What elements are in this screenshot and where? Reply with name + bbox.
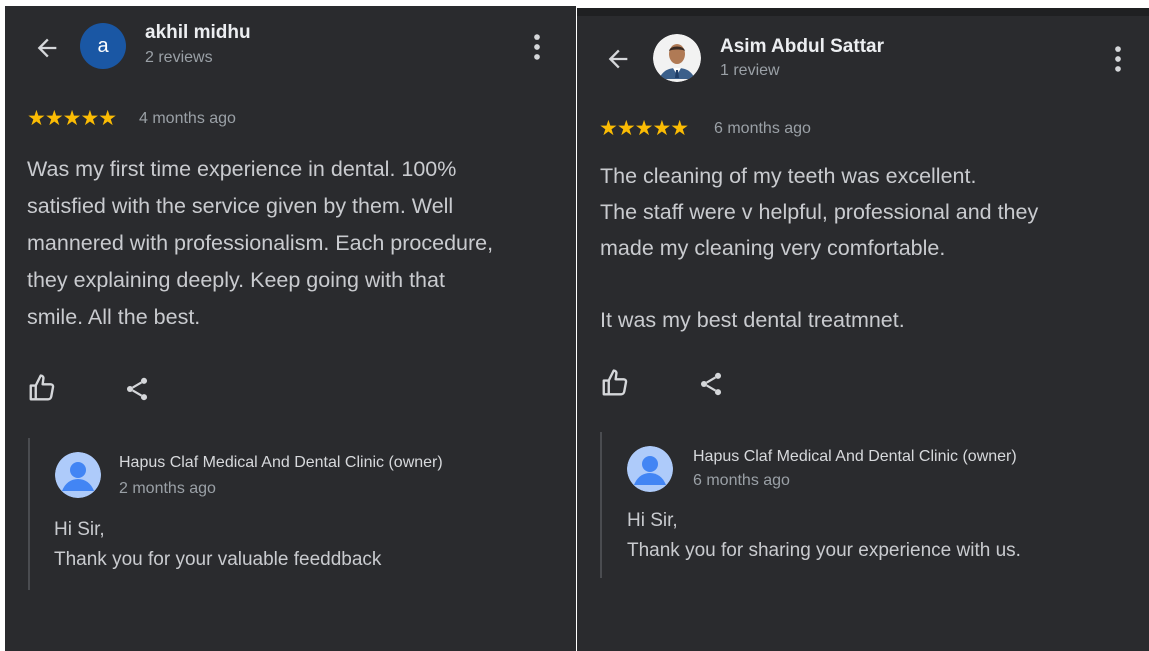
avatar[interactable]	[653, 34, 701, 82]
owner-name[interactable]: Hapus Claf Medical And Dental Clinic (ow…	[119, 454, 443, 472]
reply-text-line: Thank you for your valuable feeddback	[54, 549, 382, 570]
reply-text-line: Hi Sir,	[54, 519, 105, 540]
owner-reply-text: Hi Sir, Thank you for your valuable feed…	[54, 515, 381, 575]
owner-reply-date: 6 months ago	[693, 472, 790, 489]
review-text: The cleaning of my teeth was excellent. …	[600, 158, 1140, 338]
owner-name[interactable]: Hapus Claf Medical And Dental Clinic (ow…	[693, 448, 1017, 466]
share-icon[interactable]	[123, 374, 151, 404]
more-vert-icon[interactable]	[520, 30, 554, 64]
review-card: Asim Abdul Sattar 1 review ★★★★★ 6 month…	[577, 8, 1149, 651]
review-text-line	[600, 266, 1140, 302]
owner-reply-text: Hi Sir, Thank you for sharing your exper…	[627, 506, 1021, 566]
reply-divider	[600, 432, 602, 578]
reviewer-name[interactable]: akhil midhu	[145, 22, 251, 44]
review-text-line: satisfied with the service given by them…	[27, 194, 454, 218]
review-text-line: they explaining deeply. Keep going with …	[27, 268, 445, 292]
star-rating: ★★★★★	[27, 107, 117, 130]
review-text-line: smile. All the best.	[27, 305, 201, 329]
review-date: 4 months ago	[139, 110, 236, 127]
review-count: 2 reviews	[145, 49, 213, 66]
thumb-up-outline-icon[interactable]	[27, 373, 57, 403]
review-card: a akhil midhu 2 reviews ★★★★★ 4 months a…	[5, 6, 576, 651]
reply-text-line: Hi Sir,	[627, 510, 678, 531]
owner-reply-date: 2 months ago	[119, 480, 216, 497]
reply-divider	[28, 438, 30, 590]
reply-text-line: Thank you for sharing your experience wi…	[627, 540, 1021, 561]
arrow-left-icon[interactable]	[604, 45, 632, 73]
thumb-up-outline-icon[interactable]	[600, 368, 630, 398]
default-person-icon[interactable]	[55, 452, 101, 498]
review-text-line: It was my best dental treatmnet.	[600, 308, 905, 332]
review-text: Was my first time experience in dental. …	[27, 151, 567, 336]
star-rating: ★★★★★	[599, 117, 689, 140]
review-text-line: Was my first time experience in dental. …	[27, 157, 457, 181]
review-text-line: mannered with professionalism. Each proc…	[27, 231, 494, 255]
review-date: 6 months ago	[714, 120, 811, 137]
review-text-line: made my cleaning very comfortable.	[600, 236, 946, 260]
reviewer-name[interactable]: Asim Abdul Sattar	[720, 36, 884, 58]
share-icon[interactable]	[697, 369, 725, 399]
more-vert-icon[interactable]	[1101, 42, 1135, 76]
avatar[interactable]: a	[80, 23, 126, 69]
review-count: 1 review	[720, 62, 780, 79]
review-text-line: The staff were v helpful, professional a…	[600, 200, 1039, 224]
default-person-icon[interactable]	[627, 446, 673, 492]
arrow-left-icon[interactable]	[33, 34, 61, 62]
review-text-line: The cleaning of my teeth was excellent.	[600, 164, 977, 188]
